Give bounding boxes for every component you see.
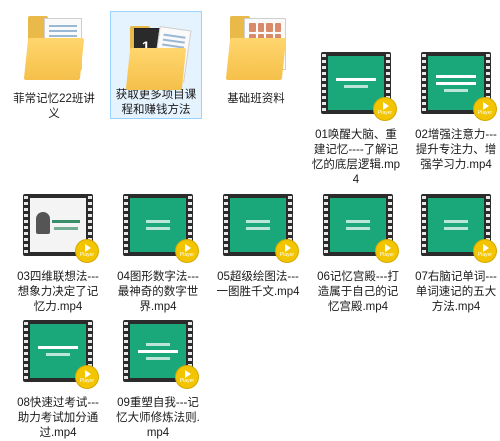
- file-item-video-07[interactable]: Player 07右脑记单词---单词速记的五大方法.mp4: [410, 180, 500, 315]
- play-badge-icon: Player: [474, 240, 496, 262]
- play-badge-icon: Player: [376, 240, 398, 262]
- play-badge-icon: Player: [76, 240, 98, 262]
- video-icon: Player: [18, 186, 98, 266]
- file-item-video-01[interactable]: Player 01唤醒大脑、重建记忆----了解记忆的底层逻辑.mp4: [310, 38, 402, 188]
- play-badge-icon: Player: [176, 240, 198, 262]
- file-label: 07右脑记单词---单词速记的五大方法.mp4: [415, 271, 497, 313]
- play-badge-icon: Player: [76, 366, 98, 388]
- file-item-video-02[interactable]: Player 02增强注意力---提升专注力、增强学习力.mp4: [410, 38, 500, 173]
- video-icon: Player: [218, 186, 298, 266]
- file-label: 09重塑自我---记忆大师修炼法则.mp4: [116, 397, 200, 439]
- video-icon: Player: [416, 44, 496, 124]
- folder-images-icon: [216, 8, 296, 88]
- play-badge-icon: Player: [374, 98, 396, 120]
- video-icon: Player: [318, 186, 398, 266]
- file-item-video-05[interactable]: Player 05超级绘图法---一图胜千文.mp4: [212, 180, 304, 300]
- file-item-video-06[interactable]: Player 06记忆宫殿---打造属于自己的记忆宫殿.mp4: [312, 180, 404, 315]
- play-badge-icon: Player: [276, 240, 298, 262]
- file-label: 06记忆宫殿---打造属于自己的记忆宫殿.mp4: [317, 271, 399, 313]
- play-badge-icon: Player: [474, 98, 496, 120]
- play-badge-icon: Player: [176, 366, 198, 388]
- file-label: 基础班资料: [227, 93, 285, 105]
- file-label: 01唤醒大脑、重建记忆----了解记忆的底层逻辑.mp4: [311, 129, 401, 186]
- video-icon: Player: [316, 44, 396, 124]
- file-label: 菲常记忆22班讲义: [13, 93, 95, 120]
- file-label: 08快速过考试---助力考试加分通过.mp4: [17, 397, 99, 439]
- video-icon: Player: [118, 186, 198, 266]
- file-item-video-03[interactable]: Player 03四维联想法---想象力决定了记忆力.mp4: [12, 180, 104, 315]
- file-item-folder-more-courses[interactable]: 1 获取更多项目课程和赚钱方法: [110, 11, 202, 119]
- file-item-video-08[interactable]: Player 08快速过考试---助力考试加分通过.mp4: [12, 306, 104, 441]
- file-item-video-04[interactable]: Player 04图形数字法---最神奇的数字世界.mp4: [112, 180, 204, 315]
- file-label: 05超级绘图法---一图胜千文.mp4: [216, 271, 300, 298]
- folder-docs-icon: [14, 8, 94, 88]
- video-icon: Player: [18, 312, 98, 392]
- folder-book-icon: 1: [116, 18, 196, 90]
- video-icon: Player: [416, 186, 496, 266]
- file-item-folder-notes[interactable]: 菲常记忆22班讲义: [8, 2, 100, 122]
- file-label: 获取更多项目课程和赚钱方法: [115, 89, 197, 116]
- video-icon: Player: [118, 312, 198, 392]
- file-item-video-09[interactable]: Player 09重塑自我---记忆大师修炼法则.mp4: [112, 306, 204, 441]
- file-item-folder-basics[interactable]: 基础班资料: [210, 2, 302, 107]
- file-label: 02增强注意力---提升专注力、增强学习力.mp4: [415, 129, 497, 171]
